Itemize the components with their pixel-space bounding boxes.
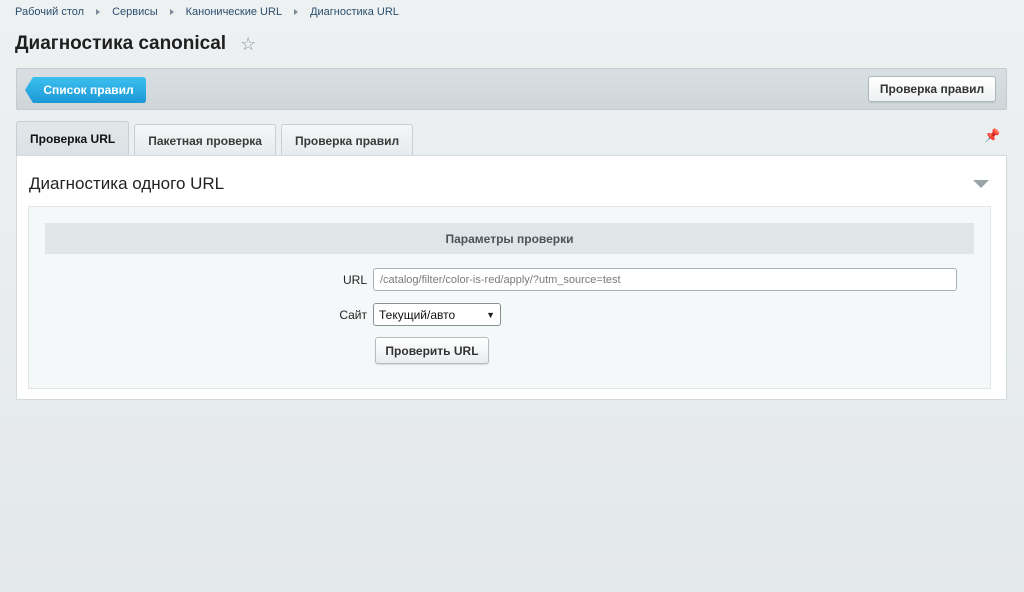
chevron-down-icon[interactable] <box>973 180 989 188</box>
tab-batch-check[interactable]: Пакетная проверка <box>134 124 276 156</box>
check-url-button[interactable]: Проверить URL <box>375 337 489 364</box>
breadcrumb-item-services[interactable]: Сервисы <box>112 6 158 18</box>
tab-url-check[interactable]: Проверка URL <box>16 121 130 156</box>
pin-icon[interactable]: 📌 <box>984 128 1000 144</box>
site-select[interactable]: Текущий/авто ▼ <box>373 303 501 326</box>
chevron-down-icon: ▼ <box>486 309 495 320</box>
url-input[interactable] <box>373 268 957 291</box>
parameters-form: Параметры проверки URL Сайт Текущий/авто… <box>28 206 991 389</box>
tab-rules-check[interactable]: Проверка правил <box>280 124 414 156</box>
breadcrumb-item-url-diagnostics[interactable]: Диагностика URL <box>310 6 399 18</box>
site-select-value: Текущий/авто <box>379 307 456 322</box>
tab-bar: Проверка URL Пакетная проверка Проверка … <box>16 121 418 156</box>
breadcrumb: Рабочий стол Сервисы Канонические URL Ди… <box>15 6 399 18</box>
breadcrumb-item-desktop[interactable]: Рабочий стол <box>15 6 84 18</box>
panel-title: Диагностика одного URL <box>29 174 225 193</box>
star-icon[interactable]: ☆ <box>240 35 256 53</box>
diagnostics-panel: Диагностика одного URL Параметры проверк… <box>16 155 1007 400</box>
toolbar: Список правил Проверка правил <box>16 68 1007 110</box>
title-row: Диагностика canonical ☆ <box>15 33 256 55</box>
url-label: URL <box>342 273 367 287</box>
page-title: Диагностика canonical <box>15 33 227 54</box>
check-rules-button[interactable]: Проверка правил <box>868 76 996 102</box>
section-header: Параметры проверки <box>45 223 974 254</box>
site-label: Сайт <box>339 308 367 322</box>
breadcrumb-separator-icon <box>294 9 299 15</box>
breadcrumb-separator-icon <box>169 9 174 15</box>
breadcrumb-item-canonical-urls[interactable]: Канонические URL <box>186 6 282 18</box>
breadcrumb-separator-icon <box>96 9 101 15</box>
rules-list-button[interactable]: Список правил <box>25 77 146 103</box>
